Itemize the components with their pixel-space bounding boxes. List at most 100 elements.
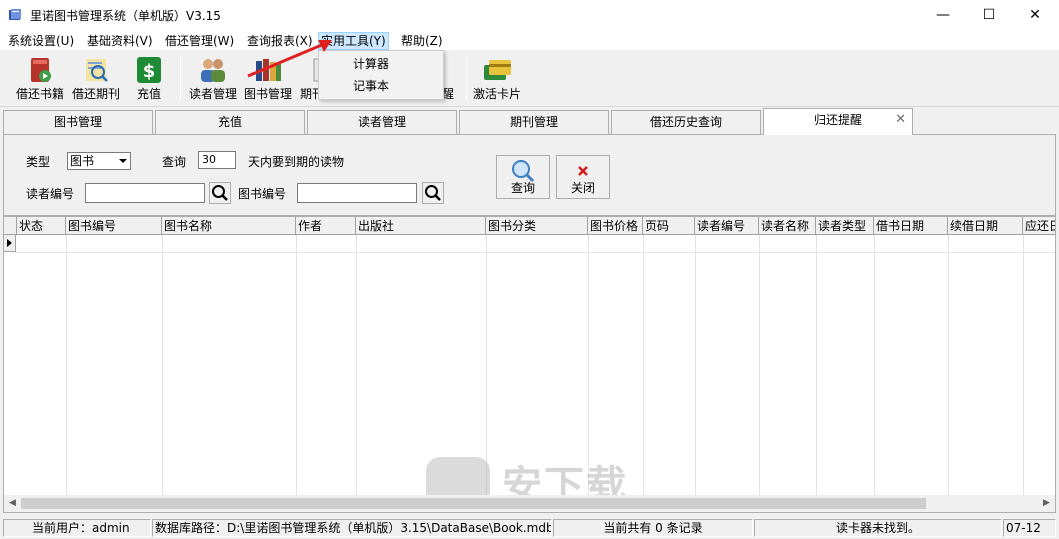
row-header-corner	[4, 217, 17, 235]
tab-close-icon[interactable]: ✕	[895, 109, 906, 131]
menu-borrow-return[interactable]: 借还管理(W)	[163, 32, 236, 50]
grid-line	[874, 235, 875, 497]
type-select[interactable]: 图书	[67, 152, 131, 170]
grid-line	[948, 235, 949, 497]
grid-line	[66, 235, 67, 497]
tab-return-reminder[interactable]: 归还提醒 ✕	[763, 108, 913, 135]
book-management-button[interactable]: 图书管理	[240, 52, 296, 104]
horizontal-scrollbar[interactable]: ◀ ▶	[4, 495, 1055, 512]
tab-recharge[interactable]: 充值	[155, 110, 305, 134]
grid-line	[1023, 235, 1024, 497]
minimize-button[interactable]: —	[920, 0, 966, 30]
menu-help[interactable]: 帮助(Z)	[399, 32, 445, 50]
status-card-reader: 读卡器未找到。	[754, 519, 1002, 537]
reminder-grid[interactable]: 状态 图书编号 图书名称 作者 出版社 图书分类 图书价格 页码 读者编号 读者…	[3, 216, 1056, 513]
tab-label: 借还历史查询	[649, 115, 722, 129]
magnifier-icon	[425, 185, 441, 201]
days-input[interactable]: 30	[198, 151, 236, 169]
readers-icon	[201, 59, 225, 82]
toolbar-separator	[180, 56, 181, 100]
tab-label: 期刊管理	[509, 115, 558, 129]
search-button[interactable]: 查询	[496, 155, 550, 199]
status-record-count: 当前共有 0 条记录	[553, 519, 753, 537]
column-header[interactable]: 读者名称	[759, 217, 816, 235]
tab-book-management[interactable]: 图书管理	[3, 110, 153, 134]
svg-text:$: $	[143, 61, 156, 82]
tab-label: 图书管理	[53, 115, 102, 129]
menu-system-settings[interactable]: 系统设置(U)	[6, 32, 76, 50]
column-header[interactable]: 续借日期	[948, 217, 1023, 235]
column-header[interactable]: 应还日期	[1023, 217, 1055, 235]
toolbar-label: 激活卡片	[472, 87, 521, 101]
column-header[interactable]: 图书编号	[66, 217, 162, 235]
tab-label: 充值	[217, 115, 242, 129]
status-date: 07-12	[1003, 519, 1056, 537]
tab-label: 归还提醒	[813, 113, 862, 127]
title-bar: 里诺图书管理系统（单机版）V3.15 — ☐ ✕	[0, 0, 1059, 30]
status-db-path: 数据库路径：D:\里诺图书管理系统（单机版）3.15\DataBase\Book…	[152, 519, 552, 537]
grid-line	[486, 235, 487, 497]
column-header[interactable]: 图书名称	[162, 217, 296, 235]
column-header[interactable]: 图书价格	[588, 217, 643, 235]
toolbar-label: 图书管理	[243, 87, 292, 101]
toolbar: 借还书籍 借还期刊 $ 充值 读者管理 图书管理 激活卡片	[0, 50, 1059, 107]
reader-id-input[interactable]	[85, 183, 205, 203]
scroll-right-icon[interactable]: ▶	[1038, 495, 1055, 512]
magnifier-icon	[212, 185, 228, 201]
grid-line	[695, 235, 696, 497]
table-row[interactable]	[16, 252, 1055, 253]
filter-panel: 类型 图书 查询 30 天内要到期的读物 读者编号 图书编号 查询 关闭	[3, 134, 1056, 216]
reader-management-button[interactable]: 读者管理	[186, 52, 240, 104]
utilities-dropdown: 计算器 记事本	[318, 50, 444, 100]
column-header[interactable]: 读者编号	[695, 217, 759, 235]
column-header[interactable]: 借书日期	[874, 217, 948, 235]
query-label: 查询	[162, 155, 187, 169]
column-header[interactable]: 页码	[643, 217, 695, 235]
menu-query-reports[interactable]: 查询报表(X)	[245, 32, 315, 50]
menu-basic-data[interactable]: 基础资料(V)	[85, 32, 155, 50]
tab-label: 读者管理	[357, 115, 406, 129]
book-search-button[interactable]	[422, 182, 444, 204]
tab-reader-management[interactable]: 读者管理	[307, 110, 457, 134]
row-indicator[interactable]	[4, 235, 16, 252]
current-row-arrow-icon	[7, 239, 12, 247]
menu-utilities[interactable]: 实用工具(Y)	[318, 32, 389, 50]
grid-line	[588, 235, 589, 497]
book-id-label: 图书编号	[238, 187, 287, 201]
tab-borrow-history[interactable]: 借还历史查询	[611, 110, 761, 134]
days-suffix-label: 天内要到期的读物	[248, 155, 345, 169]
book-id-input[interactable]	[297, 183, 417, 203]
close-window-button[interactable]: ✕	[1012, 0, 1058, 30]
activate-card-button[interactable]: 激活卡片	[470, 52, 524, 104]
scroll-left-icon[interactable]: ◀	[4, 495, 21, 512]
status-bar: 当前用户：admin 数据库路径：D:\里诺图书管理系统（单机版）3.15\Da…	[0, 517, 1059, 539]
books-icon	[256, 59, 281, 81]
toolbar-label: 借还书籍	[15, 87, 64, 101]
dropdown-item-calculator[interactable]: 计算器	[353, 54, 389, 74]
app-book-icon	[9, 9, 21, 20]
borrow-periodicals-button[interactable]: 借还期刊	[68, 52, 124, 104]
tab-periodical-management[interactable]: 期刊管理	[459, 110, 609, 134]
periodical-icon	[86, 59, 108, 82]
scroll-thumb[interactable]	[21, 498, 926, 509]
search-button-label: 查询	[510, 181, 535, 195]
type-label: 类型	[26, 155, 51, 169]
grid-line	[162, 235, 163, 497]
close-button[interactable]: 关闭	[556, 155, 610, 199]
menu-bar: 系统设置(U) 基础资料(V) 借还管理(W) 查询报表(X) 实用工具(Y) …	[0, 30, 1059, 50]
grid-header: 状态 图书编号 图书名称 作者 出版社 图书分类 图书价格 页码 读者编号 读者…	[4, 217, 1055, 235]
recharge-button[interactable]: $ 充值	[124, 52, 174, 104]
maximize-button[interactable]: ☐	[966, 0, 1012, 30]
borrow-books-button[interactable]: 借还书籍	[12, 52, 68, 104]
dollar-icon: $	[137, 57, 161, 83]
column-header[interactable]: 读者类型	[816, 217, 874, 235]
column-header[interactable]: 状态	[17, 217, 66, 235]
column-header[interactable]: 图书分类	[486, 217, 588, 235]
toolbar-label: 充值	[136, 87, 161, 101]
reader-search-button[interactable]	[209, 182, 231, 204]
column-header[interactable]: 作者	[296, 217, 356, 235]
toolbar-separator	[466, 56, 467, 100]
window-title: 里诺图书管理系统（单机版）V3.15	[30, 9, 221, 23]
column-header[interactable]: 出版社	[356, 217, 486, 235]
dropdown-item-notepad[interactable]: 记事本	[353, 76, 389, 96]
